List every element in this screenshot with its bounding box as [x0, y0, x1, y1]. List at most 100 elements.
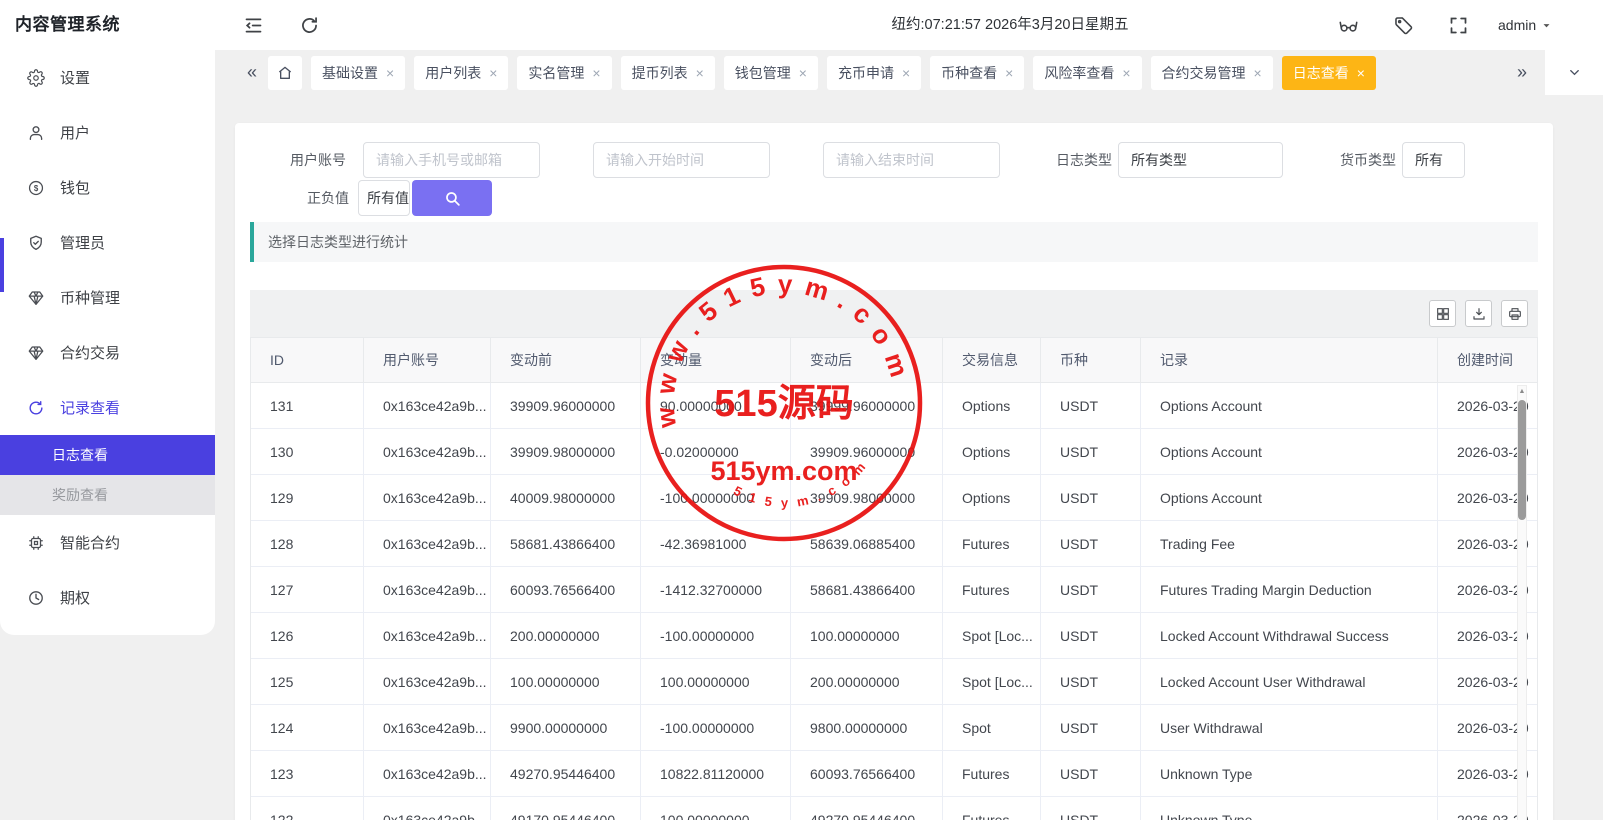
- table-header-cell[interactable]: 变动前: [491, 338, 641, 382]
- cell-id: 131: [251, 383, 364, 428]
- cell-trade-info: Futures: [943, 567, 1041, 612]
- diamond-icon: [27, 289, 45, 307]
- gear-icon: [27, 69, 45, 87]
- tab-label: 钱包管理: [735, 63, 791, 83]
- tabs-scroll-left-icon[interactable]: «: [245, 62, 259, 83]
- table-row[interactable]: 124 0x163ce42a9b... 9900.00000000 -100.0…: [251, 705, 1538, 751]
- cell-account: 0x163ce42a9b...: [364, 567, 491, 612]
- cell-coin: USDT: [1041, 751, 1141, 796]
- table-row[interactable]: 129 0x163ce42a9b... 40009.98000000 -100.…: [251, 475, 1538, 521]
- close-tab-icon[interactable]: ×: [386, 66, 394, 80]
- cell-account: 0x163ce42a9b...: [364, 613, 491, 658]
- sidebar-item-label: 期权: [60, 587, 90, 608]
- table-header-cell[interactable]: 变动后: [791, 338, 943, 382]
- tabs-scroll-right-icon[interactable]: »: [1515, 62, 1529, 83]
- search-button[interactable]: [412, 180, 492, 216]
- table-row[interactable]: 130 0x163ce42a9b... 39909.98000000 -0.02…: [251, 429, 1538, 475]
- end-time-input[interactable]: [823, 142, 1000, 178]
- cell-coin: USDT: [1041, 429, 1141, 474]
- table-header-cell[interactable]: 用户账号: [364, 338, 491, 382]
- cell-record: Unknown Type: [1141, 797, 1438, 820]
- cell-record: Locked Account User Withdrawal: [1141, 659, 1438, 704]
- tab-list-dropdown[interactable]: [1545, 50, 1603, 95]
- tab[interactable]: 充币申请 ×: [827, 56, 921, 90]
- table-header-cell[interactable]: 创建时间: [1438, 338, 1538, 382]
- cell-after: 200.00000000: [791, 659, 943, 704]
- close-tab-icon[interactable]: ×: [799, 66, 807, 80]
- sidebar-item[interactable]: 合约交易: [0, 325, 215, 380]
- close-tab-icon[interactable]: ×: [489, 66, 497, 80]
- scrollbar-thumb[interactable]: [1518, 400, 1526, 520]
- close-tab-icon[interactable]: ×: [902, 66, 910, 80]
- sign-select[interactable]: 所有值: [358, 180, 410, 216]
- refresh-icon[interactable]: [297, 13, 321, 37]
- tab[interactable]: 提币列表 ×: [621, 56, 715, 90]
- cell-trade-info: Options: [943, 475, 1041, 520]
- cell-account: 0x163ce42a9b...: [364, 751, 491, 796]
- table-header-cell[interactable]: ID: [251, 338, 364, 382]
- start-time-input[interactable]: [593, 142, 770, 178]
- close-tab-icon[interactable]: ×: [592, 66, 600, 80]
- close-tab-icon[interactable]: ×: [1005, 66, 1013, 80]
- close-tab-icon[interactable]: ×: [1357, 66, 1365, 80]
- fullscreen-icon[interactable]: [1446, 13, 1470, 37]
- toolbar-button[interactable]: [1465, 300, 1492, 327]
- tab[interactable]: 基础设置 ×: [311, 56, 405, 90]
- tab[interactable]: 合约交易管理 ×: [1151, 56, 1273, 90]
- sidebar-item[interactable]: 用户: [0, 105, 215, 160]
- table-header-cell[interactable]: 记录: [1141, 338, 1438, 382]
- cell-change: -42.36981000: [641, 521, 791, 566]
- table-row[interactable]: 131 0x163ce42a9b... 39909.96000000 90.00…: [251, 383, 1538, 429]
- datetime-display: 纽约:07:21:57 2026年3月20日星期五: [850, 0, 1170, 50]
- close-tab-icon[interactable]: ×: [1122, 66, 1130, 80]
- table-header-cell[interactable]: 币种: [1041, 338, 1141, 382]
- close-tab-icon[interactable]: ×: [1254, 66, 1262, 80]
- sidebar-item[interactable]: 设置: [0, 50, 215, 105]
- export-icon: [1471, 306, 1487, 322]
- table-row[interactable]: 122 0x163ce42a9b... 49170.95446400 100.0…: [251, 797, 1538, 820]
- sidebar-item[interactable]: 奖励查看: [0, 475, 215, 515]
- log-type-select[interactable]: 所有类型: [1118, 142, 1283, 178]
- menu-fold-icon[interactable]: [241, 13, 265, 37]
- table-row[interactable]: 127 0x163ce42a9b... 60093.76566400 -1412…: [251, 567, 1538, 613]
- cell-record: Trading Fee: [1141, 521, 1438, 566]
- sidebar-item[interactable]: 钱包: [0, 160, 215, 215]
- sidebar-item-label: 合约交易: [60, 342, 120, 363]
- table-scrollbar[interactable]: ▲: [1517, 385, 1527, 820]
- glasses-icon[interactable]: [1336, 13, 1360, 37]
- cell-before: 49170.95446400: [491, 797, 641, 820]
- close-tab-icon[interactable]: ×: [696, 66, 704, 80]
- sidebar-scrollbar-thumb[interactable]: [0, 238, 4, 292]
- account-input[interactable]: [363, 142, 540, 178]
- tab[interactable]: 实名管理 ×: [517, 56, 611, 90]
- table-header-cell[interactable]: 交易信息: [943, 338, 1041, 382]
- table-header-cell[interactable]: 变动量: [641, 338, 791, 382]
- tab[interactable]: 用户列表 ×: [414, 56, 508, 90]
- sidebar-item[interactable]: 管理员: [0, 215, 215, 270]
- tab[interactable]: 风险率查看 ×: [1033, 56, 1141, 90]
- sidebar-item[interactable]: 期权: [0, 570, 215, 625]
- toolbar-button[interactable]: [1501, 300, 1528, 327]
- notice-text: 选择日志类型进行统计: [268, 232, 408, 252]
- sidebar-item[interactable]: 智能合约: [0, 515, 215, 570]
- tab[interactable]: 币种查看 ×: [930, 56, 1024, 90]
- table-row[interactable]: 126 0x163ce42a9b... 200.00000000 -100.00…: [251, 613, 1538, 659]
- tab[interactable]: 钱包管理 ×: [724, 56, 818, 90]
- diamond-icon: [27, 344, 45, 362]
- currency-type-select[interactable]: 所有: [1402, 142, 1465, 178]
- cell-coin: USDT: [1041, 567, 1141, 612]
- user-menu[interactable]: admin: [1498, 0, 1552, 50]
- log-type-label: 日志类型: [1056, 142, 1112, 178]
- table-row[interactable]: 128 0x163ce42a9b... 58681.43866400 -42.3…: [251, 521, 1538, 567]
- sidebar-item[interactable]: 币种管理: [0, 270, 215, 325]
- sidebar-item[interactable]: 记录查看: [0, 380, 215, 435]
- table-row[interactable]: 123 0x163ce42a9b... 49270.95446400 10822…: [251, 751, 1538, 797]
- table-row[interactable]: 125 0x163ce42a9b... 100.00000000 100.000…: [251, 659, 1538, 705]
- toolbar-button[interactable]: [1429, 300, 1456, 327]
- tag-icon[interactable]: [1391, 13, 1415, 37]
- sidebar-item[interactable]: 日志查看: [0, 435, 215, 475]
- home-tab[interactable]: [268, 56, 302, 90]
- tab-label: 用户列表: [425, 63, 481, 83]
- scroll-up-icon[interactable]: ▲: [1519, 386, 1526, 398]
- tab[interactable]: 日志查看 ×: [1282, 56, 1376, 90]
